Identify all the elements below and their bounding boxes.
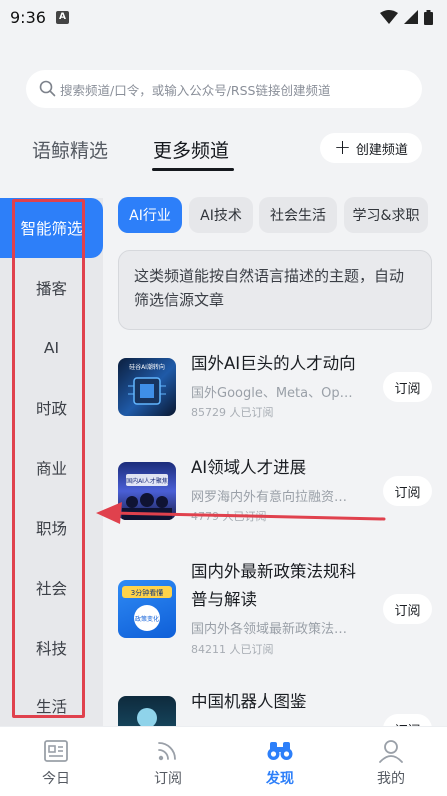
channel-description: 国外Google、Meta、Op… xyxy=(191,386,353,401)
status-time: 9:36 xyxy=(10,7,46,27)
subscribe-button[interactable]: 订阅 xyxy=(383,594,432,624)
svg-text:国内AI人才聚焦: 国内AI人才聚焦 xyxy=(126,477,168,485)
svg-text:硅谷AI潮转向: 硅谷AI潮转向 xyxy=(129,363,165,371)
nav-discover[interactable]: 发现 xyxy=(224,727,336,796)
nav-today-label: 今日 xyxy=(42,771,70,787)
subscribe-button[interactable]: 订阅 xyxy=(383,372,432,402)
chip-graphic-icon: 硅谷AI潮转向 xyxy=(128,363,166,405)
nav-subscriptions-label: 订阅 xyxy=(154,771,182,787)
channel-title-line-2: 普与解读 xyxy=(191,590,257,609)
bottom-navigation: 今日 订阅 发现 我的 xyxy=(0,726,447,796)
subscribe-button[interactable]: 订阅 xyxy=(383,476,432,506)
sidebar-item-politics[interactable]: 时政 xyxy=(0,378,103,438)
plus-icon: + xyxy=(334,135,351,159)
tab-featured[interactable]: 语鲸精选 xyxy=(32,136,108,163)
channel-subscriber-count: 85729 人已订阅 xyxy=(191,406,274,419)
channel-thumbnail xyxy=(118,696,176,726)
channel-thumbnail: 3分钟看懂 政策变化 xyxy=(118,580,176,638)
create-channel-button[interactable]: + 创建频道 xyxy=(320,133,422,163)
nav-profile[interactable]: 我的 xyxy=(335,727,447,796)
sidebar-item-ai[interactable]: AI xyxy=(0,318,103,378)
person-icon xyxy=(379,740,403,763)
channel-title: AI领域人才进展 xyxy=(191,458,307,477)
channel-title-line-1: 国内外最新政策法规科 xyxy=(191,562,356,581)
channel-thumbnail: 国内AI人才聚焦 xyxy=(118,462,176,520)
svg-text:政策变化: 政策变化 xyxy=(135,615,159,623)
channel-thumbnail: 硅谷AI潮转向 xyxy=(118,358,176,416)
battery-icon xyxy=(424,9,433,25)
nav-discover-label: 发现 xyxy=(266,771,294,787)
robot-graphic-icon xyxy=(137,708,157,726)
chip-ai-tech[interactable]: AI技术 xyxy=(189,197,253,233)
tab-more-channels[interactable]: 更多频道 xyxy=(153,136,229,163)
list-item[interactable]: 硅谷AI潮转向 国外AI巨头的人才动向 国外Google、Meta、Op… 85… xyxy=(118,352,432,424)
rss-icon xyxy=(158,742,176,761)
newspaper-icon xyxy=(44,740,68,762)
tab-active-indicator xyxy=(152,168,234,171)
people-graphic-icon: 国内AI人才聚焦 xyxy=(122,474,172,520)
list-item[interactable]: 中国机器人图鉴 订阅 xyxy=(118,690,432,726)
category-description: 这类频道能按自然语言描述的主题，自动筛选信源文章 xyxy=(118,250,432,330)
channel-description: 网罗海内外有意向拉融资… xyxy=(191,490,348,505)
policy-graphic-icon: 3分钟看懂 政策变化 xyxy=(122,586,172,631)
signal-icon xyxy=(404,10,418,24)
sidebar-item-career[interactable]: 职场 xyxy=(0,498,103,558)
channel-subscriber-count: 4779 人已订阅 xyxy=(191,510,267,523)
sidebar-item-society[interactable]: 社会 xyxy=(0,558,103,618)
binoculars-icon xyxy=(267,742,293,760)
nav-today[interactable]: 今日 xyxy=(0,727,112,796)
search-placeholder: 搜索频道/口令，或输入公众号/RSS链接创建频道 xyxy=(60,82,331,98)
notification-a-icon: A xyxy=(55,10,69,24)
channel-title: 国外AI巨头的人才动向 xyxy=(191,354,356,373)
status-bar: 9:36 A xyxy=(0,0,447,34)
nav-subscriptions[interactable]: 订阅 xyxy=(112,727,224,796)
channel-subscriber-count: 84211 人已订阅 xyxy=(191,643,274,656)
svg-text:3分钟看懂: 3分钟看懂 xyxy=(131,588,163,597)
chip-study-job[interactable]: 学习&求职 xyxy=(344,197,428,233)
sidebar-item-smart-filter[interactable]: 智能筛选 xyxy=(0,198,103,258)
chip-ai-industry[interactable]: AI行业 xyxy=(118,197,182,233)
search-icon xyxy=(39,80,56,97)
category-sidebar: 智能筛选 播客 AI 时政 商业 职场 社会 科技 生活 xyxy=(0,198,103,728)
list-item[interactable]: 国内AI人才聚焦 AI领域人才进展 网罗海内外有意向拉融资… 4779 人已订阅… xyxy=(118,456,432,528)
wifi-icon xyxy=(380,10,398,24)
subscribe-button[interactable]: 订阅 xyxy=(383,714,432,726)
sidebar-item-tech[interactable]: 科技 xyxy=(0,618,103,678)
sidebar-item-business[interactable]: 商业 xyxy=(0,438,103,498)
create-channel-label: 创建频道 xyxy=(355,142,408,158)
channel-description: 国内外各领域最新政策法… xyxy=(191,622,348,637)
nav-profile-label: 我的 xyxy=(377,771,405,787)
search-input[interactable]: 搜索频道/口令，或输入公众号/RSS链接创建频道 xyxy=(26,70,422,108)
sidebar-item-podcast[interactable]: 播客 xyxy=(0,258,103,318)
chip-social-life[interactable]: 社会生活 xyxy=(259,197,337,233)
channel-title: 中国机器人图鉴 xyxy=(191,692,307,711)
list-item[interactable]: 3分钟看懂 政策变化 国内外最新政策法规科 普与解读 国内外各领域最新政策法… … xyxy=(118,560,432,660)
